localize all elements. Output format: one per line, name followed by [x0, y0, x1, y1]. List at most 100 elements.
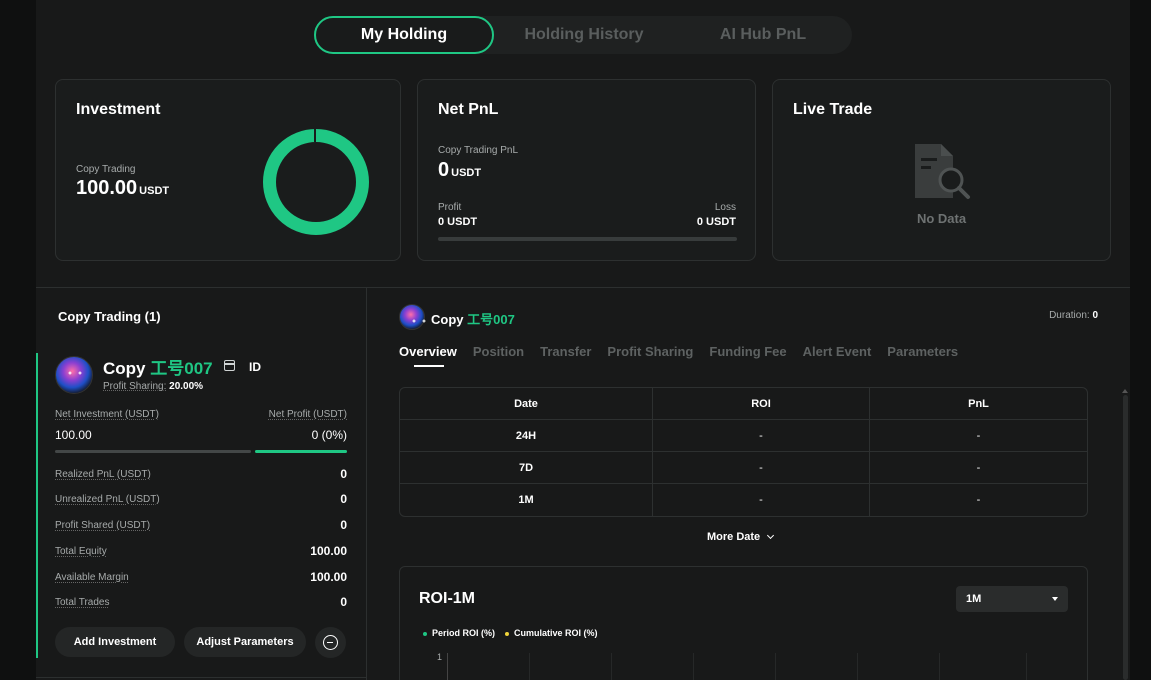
- net-profit-value: 0 (0%): [311, 428, 347, 442]
- investment-donut-chart: [263, 129, 369, 235]
- table-cell-pnl: -: [976, 461, 981, 474]
- tab-funding-fee[interactable]: Funding Fee: [709, 344, 786, 359]
- investment-label: Copy Trading: [76, 164, 136, 175]
- table-row: 24H - -: [400, 420, 1087, 452]
- stat-value: 0: [340, 595, 347, 609]
- net-pnl-title: Net PnL: [438, 101, 499, 118]
- table-header-row: Date ROI PnL: [400, 388, 1087, 420]
- loss-value: 0 USDT: [696, 216, 736, 228]
- table-cell-pnl: -: [976, 429, 981, 442]
- tab-position[interactable]: Position: [473, 344, 524, 359]
- more-date-button[interactable]: More Date: [707, 531, 775, 543]
- donut-gap: [314, 129, 316, 142]
- legend-item[interactable]: Period ROI (%): [423, 628, 495, 638]
- trader-id-label[interactable]: ID: [249, 360, 261, 374]
- pnl-ratio-bar: [438, 237, 737, 241]
- column-header-pnl: PnL: [968, 397, 989, 410]
- no-data-document-search-icon: [915, 144, 970, 199]
- stop-copy-button[interactable]: [315, 627, 346, 658]
- holding-tabs: My Holding Holding History AI Hub PnL: [314, 16, 852, 54]
- y-axis-tick: 1: [437, 652, 443, 662]
- investment-profit-values-row: 100.00 0 (0%): [55, 428, 347, 442]
- add-investment-button[interactable]: Add Investment: [55, 627, 175, 657]
- table-cell-roi: -: [653, 452, 870, 483]
- duration-label: Duration:: [1049, 310, 1090, 321]
- investment-card: Investment Copy Trading 100.00 USDT: [55, 79, 401, 261]
- investment-amount: 100.00 USDT: [76, 177, 169, 200]
- tab-holding-history[interactable]: Holding History: [494, 16, 674, 54]
- stat-label: Available Margin: [55, 571, 129, 583]
- stat-label: Unrealized PnL (USDT): [55, 493, 160, 505]
- copy-trading-pnl-label: Copy Trading PnL: [438, 145, 519, 156]
- trader-name[interactable]: Copy 工号007: [103, 354, 213, 379]
- table-cell-pnl: -: [976, 494, 981, 506]
- net-investment-value: 100.00: [55, 428, 92, 442]
- no-data-text: No Data: [916, 211, 967, 226]
- table-row: 7D - -: [400, 452, 1087, 484]
- profit-label: Profit: [438, 202, 462, 213]
- tab-my-holding[interactable]: My Holding: [314, 16, 494, 54]
- grid-line: [1026, 653, 1027, 680]
- net-profit-label: Net Profit (USDT): [268, 409, 347, 420]
- stat-row: Profit Shared (USDT) 0: [55, 518, 347, 532]
- roi-pnl-table: Date ROI PnL 24H - - 7D - - 1M - -: [399, 387, 1088, 517]
- legend-item[interactable]: Cumulative ROI (%): [505, 628, 598, 638]
- stat-label: Realized PnL (USDT): [55, 468, 151, 480]
- tab-ai-hub-pnl[interactable]: AI Hub PnL: [674, 16, 852, 54]
- trader-prefix: Copy: [103, 359, 151, 378]
- tab-parameters[interactable]: Parameters: [887, 344, 958, 359]
- active-tab-underline: [414, 365, 444, 367]
- stat-row: Total Equity 100.00: [55, 544, 347, 558]
- grid-line: [939, 653, 940, 680]
- tab-alert-event[interactable]: Alert Event: [803, 344, 872, 359]
- net-pnl-value: 0: [438, 159, 450, 181]
- y-axis-line: [447, 653, 448, 680]
- roi-chart-title: ROI-1M: [419, 590, 475, 607]
- investment-value: 100.00: [76, 177, 138, 199]
- roi-range-value: 1M: [966, 593, 982, 605]
- minus-circle-icon: [323, 635, 338, 650]
- legend-label: Period ROI (%): [432, 628, 496, 638]
- caret-down-icon: [1052, 597, 1058, 601]
- stat-row: Unrealized PnL (USDT) 0: [55, 492, 347, 506]
- profit-value: 0 USDT: [438, 216, 478, 228]
- scroll-up-arrow[interactable]: [1122, 389, 1128, 393]
- tab-transfer[interactable]: Transfer: [540, 344, 591, 359]
- net-pnl-amount: 0 USDT: [438, 159, 481, 182]
- investment-profit-header-row: Net Investment (USDT) Net Profit (USDT): [55, 409, 347, 420]
- investment-unit: USDT: [139, 185, 170, 197]
- legend-dot-period: [423, 631, 427, 636]
- tab-profit-sharing[interactable]: Profit Sharing: [607, 344, 693, 359]
- live-trade-card: Live Trade No Data: [772, 79, 1111, 261]
- profit-sharing-value: 20.00%: [169, 381, 204, 392]
- tab-overview[interactable]: Overview: [399, 344, 457, 359]
- calendar-icon[interactable]: [224, 360, 235, 371]
- copy-trading-list-title: Copy Trading (1): [58, 309, 161, 324]
- detail-trader-name: Copy 工号007: [431, 309, 515, 328]
- stat-value: 0: [340, 467, 347, 481]
- roi-chart-card: ROI-1M 1M Period ROI (%) Cumulative ROI …: [399, 566, 1088, 680]
- grid-line: [775, 653, 776, 680]
- stat-row: Total Trades 0: [55, 595, 347, 609]
- duration: Duration: 0: [1049, 310, 1098, 321]
- chevron-down-icon: [767, 531, 775, 540]
- stat-value: 0: [340, 518, 347, 532]
- detail-trader-name-text: 工号007: [467, 312, 515, 327]
- list-bottom-divider: [36, 677, 366, 678]
- roi-chart-legend: Period ROI (%) Cumulative ROI (%): [423, 628, 598, 638]
- investment-bar: [55, 450, 251, 453]
- roi-range-select[interactable]: 1M: [956, 586, 1068, 612]
- stat-value: 0: [340, 492, 347, 506]
- table-cell-date: 7D: [400, 452, 653, 483]
- stat-label: Profit Shared (USDT): [55, 519, 151, 531]
- panel-divider: [366, 288, 367, 680]
- profit-sharing: Profit Sharing: 20.00%: [103, 381, 203, 392]
- trader-avatar[interactable]: [55, 356, 93, 394]
- scrollbar[interactable]: [1123, 395, 1128, 680]
- net-pnl-card: Net PnL Copy Trading PnL 0 USDT Profit 0 …: [417, 79, 756, 261]
- adjust-parameters-button[interactable]: Adjust Parameters: [184, 627, 306, 657]
- loss-label: Loss: [714, 202, 736, 213]
- table-cell-roi: -: [653, 420, 870, 451]
- stat-row: Available Margin 100.00: [55, 570, 347, 584]
- grid-line: [857, 653, 858, 680]
